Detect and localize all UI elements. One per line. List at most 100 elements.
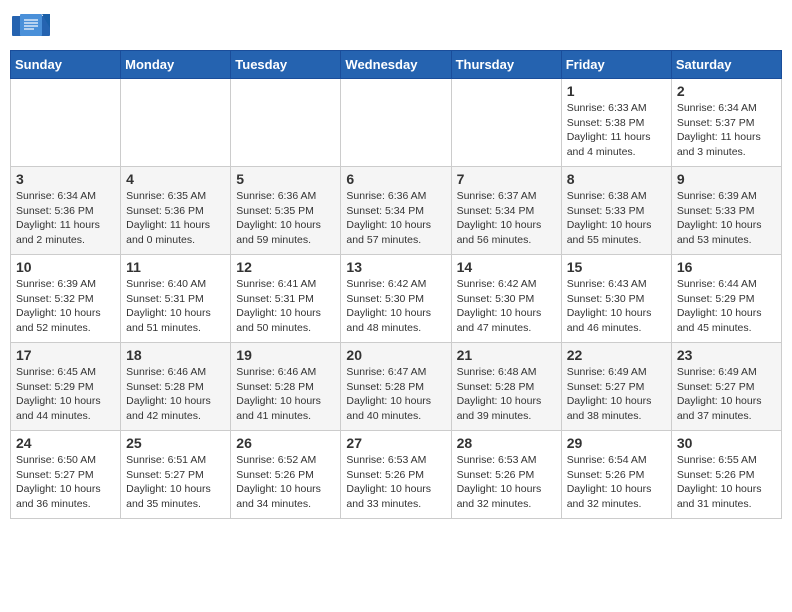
calendar-cell: 29 Sunrise: 6:54 AM Sunset: 5:26 PM Dayli… xyxy=(561,431,671,519)
day-number: 3 xyxy=(16,171,115,187)
day-info: Sunrise: 6:43 AM Sunset: 5:30 PM Dayligh… xyxy=(567,277,666,336)
day-number: 2 xyxy=(677,83,776,99)
calendar-cell: 15 Sunrise: 6:43 AM Sunset: 5:30 PM Dayli… xyxy=(561,255,671,343)
day-number: 4 xyxy=(126,171,225,187)
day-of-week-header: Sunday xyxy=(11,51,121,79)
day-info: Sunrise: 6:50 AM Sunset: 5:27 PM Dayligh… xyxy=(16,453,115,512)
calendar-cell: 18Sunrise: 6:46 AM Sunset: 5:28 PM Dayli… xyxy=(121,343,231,431)
calendar-header-row: SundayMondayTuesdayWednesdayThursdayFrid… xyxy=(11,51,782,79)
calendar-table: SundayMondayTuesdayWednesdayThursdayFrid… xyxy=(10,50,782,519)
day-info: Sunrise: 6:34 AM Sunset: 5:36 PM Dayligh… xyxy=(16,189,115,248)
day-number: 10 xyxy=(16,259,115,275)
calendar-cell xyxy=(231,79,341,167)
day-of-week-header: Saturday xyxy=(671,51,781,79)
day-info: Sunrise: 6:55 AM Sunset: 5:26 PM Dayligh… xyxy=(677,453,776,512)
page-header xyxy=(10,10,782,42)
day-info: Sunrise: 6:51 AM Sunset: 5:27 PM Dayligh… xyxy=(126,453,225,512)
day-of-week-header: Monday xyxy=(121,51,231,79)
calendar-cell: 25 Sunrise: 6:51 AM Sunset: 5:27 PM Dayli… xyxy=(121,431,231,519)
day-info: Sunrise: 6:35 AM Sunset: 5:36 PM Dayligh… xyxy=(126,189,225,248)
day-number: 6 xyxy=(346,171,445,187)
day-number: 11 xyxy=(126,259,225,275)
day-info: Sunrise: 6:40 AM Sunset: 5:31 PM Dayligh… xyxy=(126,277,225,336)
day-of-week-header: Friday xyxy=(561,51,671,79)
day-info: Sunrise: 6:52 AM Sunset: 5:26 PM Dayligh… xyxy=(236,453,335,512)
day-number: 7 xyxy=(457,171,556,187)
day-number: 28 xyxy=(457,435,556,451)
calendar-cell: 24 Sunrise: 6:50 AM Sunset: 5:27 PM Dayli… xyxy=(11,431,121,519)
day-info: Sunrise: 6:53 AM Sunset: 5:26 PM Dayligh… xyxy=(346,453,445,512)
day-number: 19 xyxy=(236,347,335,363)
day-number: 5 xyxy=(236,171,335,187)
day-number: 14 xyxy=(457,259,556,275)
calendar-cell: 2 Sunrise: 6:34 AM Sunset: 5:37 PM Daylig… xyxy=(671,79,781,167)
day-info: Sunrise: 6:36 AM Sunset: 5:35 PM Dayligh… xyxy=(236,189,335,248)
day-number: 9 xyxy=(677,171,776,187)
calendar-cell: 30 Sunrise: 6:55 AM Sunset: 5:26 PM Dayli… xyxy=(671,431,781,519)
day-info: Sunrise: 6:33 AM Sunset: 5:38 PM Dayligh… xyxy=(567,101,666,160)
calendar-cell: 4 Sunrise: 6:35 AM Sunset: 5:36 PM Daylig… xyxy=(121,167,231,255)
day-info: Sunrise: 6:49 AM Sunset: 5:27 PM Dayligh… xyxy=(677,365,776,424)
day-info: Sunrise: 6:48 AM Sunset: 5:28 PM Dayligh… xyxy=(457,365,556,424)
calendar-cell: 13 Sunrise: 6:42 AM Sunset: 5:30 PM Dayli… xyxy=(341,255,451,343)
day-number: 21 xyxy=(457,347,556,363)
calendar-cell: 6Sunrise: 6:36 AM Sunset: 5:34 PM Daylig… xyxy=(341,167,451,255)
calendar-cell xyxy=(341,79,451,167)
day-info: Sunrise: 6:38 AM Sunset: 5:33 PM Dayligh… xyxy=(567,189,666,248)
calendar-cell: 20 Sunrise: 6:47 AM Sunset: 5:28 PM Dayli… xyxy=(341,343,451,431)
calendar-cell: 16 Sunrise: 6:44 AM Sunset: 5:29 PM Dayli… xyxy=(671,255,781,343)
day-number: 25 xyxy=(126,435,225,451)
calendar-cell: 5 Sunrise: 6:36 AM Sunset: 5:35 PM Daylig… xyxy=(231,167,341,255)
calendar-cell: 1Sunrise: 6:33 AM Sunset: 5:38 PM Daylig… xyxy=(561,79,671,167)
day-info: Sunrise: 6:54 AM Sunset: 5:26 PM Dayligh… xyxy=(567,453,666,512)
day-number: 22 xyxy=(567,347,666,363)
calendar-cell: 28Sunrise: 6:53 AM Sunset: 5:26 PM Dayli… xyxy=(451,431,561,519)
calendar-week-row: 24 Sunrise: 6:50 AM Sunset: 5:27 PM Dayli… xyxy=(11,431,782,519)
day-number: 13 xyxy=(346,259,445,275)
calendar-cell xyxy=(11,79,121,167)
calendar-cell xyxy=(451,79,561,167)
day-of-week-header: Wednesday xyxy=(341,51,451,79)
calendar-cell: 11 Sunrise: 6:40 AM Sunset: 5:31 PM Dayli… xyxy=(121,255,231,343)
day-number: 16 xyxy=(677,259,776,275)
day-info: Sunrise: 6:42 AM Sunset: 5:30 PM Dayligh… xyxy=(457,277,556,336)
logo-icon xyxy=(10,10,54,42)
logo xyxy=(10,10,58,42)
day-info: Sunrise: 6:34 AM Sunset: 5:37 PM Dayligh… xyxy=(677,101,776,160)
day-number: 27 xyxy=(346,435,445,451)
day-number: 29 xyxy=(567,435,666,451)
day-info: Sunrise: 6:44 AM Sunset: 5:29 PM Dayligh… xyxy=(677,277,776,336)
day-info: Sunrise: 6:41 AM Sunset: 5:31 PM Dayligh… xyxy=(236,277,335,336)
calendar-cell xyxy=(121,79,231,167)
day-number: 23 xyxy=(677,347,776,363)
calendar-cell: 26 Sunrise: 6:52 AM Sunset: 5:26 PM Dayli… xyxy=(231,431,341,519)
day-info: Sunrise: 6:49 AM Sunset: 5:27 PM Dayligh… xyxy=(567,365,666,424)
calendar-cell: 10 Sunrise: 6:39 AM Sunset: 5:32 PM Dayli… xyxy=(11,255,121,343)
day-number: 24 xyxy=(16,435,115,451)
day-info: Sunrise: 6:45 AM Sunset: 5:29 PM Dayligh… xyxy=(16,365,115,424)
day-number: 15 xyxy=(567,259,666,275)
calendar-cell: 8Sunrise: 6:38 AM Sunset: 5:33 PM Daylig… xyxy=(561,167,671,255)
calendar-cell: 14 Sunrise: 6:42 AM Sunset: 5:30 PM Dayli… xyxy=(451,255,561,343)
calendar-cell: 19 Sunrise: 6:46 AM Sunset: 5:28 PM Dayli… xyxy=(231,343,341,431)
day-info: Sunrise: 6:47 AM Sunset: 5:28 PM Dayligh… xyxy=(346,365,445,424)
day-of-week-header: Thursday xyxy=(451,51,561,79)
day-info: Sunrise: 6:37 AM Sunset: 5:34 PM Dayligh… xyxy=(457,189,556,248)
day-number: 17 xyxy=(16,347,115,363)
calendar-week-row: 10 Sunrise: 6:39 AM Sunset: 5:32 PM Dayli… xyxy=(11,255,782,343)
day-info: Sunrise: 6:42 AM Sunset: 5:30 PM Dayligh… xyxy=(346,277,445,336)
day-number: 30 xyxy=(677,435,776,451)
calendar-cell: 17 Sunrise: 6:45 AM Sunset: 5:29 PM Dayli… xyxy=(11,343,121,431)
calendar-cell: 22 Sunrise: 6:49 AM Sunset: 5:27 PM Dayli… xyxy=(561,343,671,431)
day-number: 18 xyxy=(126,347,225,363)
day-info: Sunrise: 6:46 AM Sunset: 5:28 PM Dayligh… xyxy=(236,365,335,424)
day-number: 26 xyxy=(236,435,335,451)
calendar-cell: 12 Sunrise: 6:41 AM Sunset: 5:31 PM Dayli… xyxy=(231,255,341,343)
calendar-cell: 21 Sunrise: 6:48 AM Sunset: 5:28 PM Dayli… xyxy=(451,343,561,431)
calendar-week-row: 1Sunrise: 6:33 AM Sunset: 5:38 PM Daylig… xyxy=(11,79,782,167)
calendar-week-row: 3 Sunrise: 6:34 AM Sunset: 5:36 PM Daylig… xyxy=(11,167,782,255)
day-info: Sunrise: 6:39 AM Sunset: 5:33 PM Dayligh… xyxy=(677,189,776,248)
day-number: 12 xyxy=(236,259,335,275)
day-info: Sunrise: 6:39 AM Sunset: 5:32 PM Dayligh… xyxy=(16,277,115,336)
day-number: 20 xyxy=(346,347,445,363)
